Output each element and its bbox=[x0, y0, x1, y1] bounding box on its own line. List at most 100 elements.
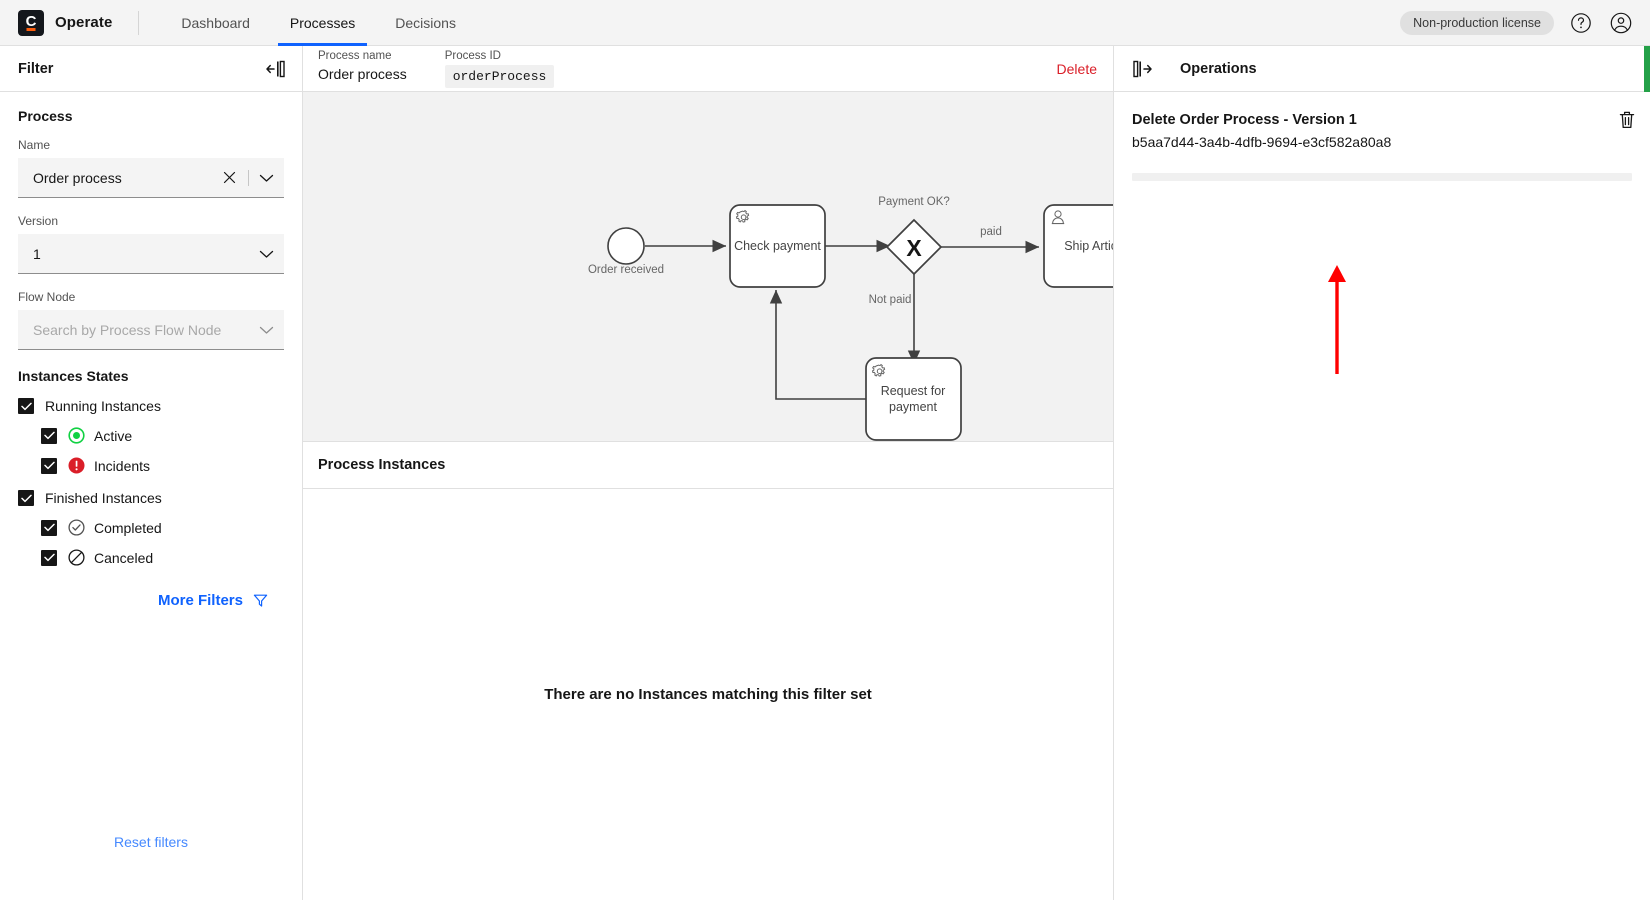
tab-decisions[interactable]: Decisions bbox=[375, 0, 476, 46]
operation-name: Delete Order Process - Version 1 bbox=[1132, 110, 1632, 130]
process-section-title: Process bbox=[18, 108, 284, 124]
flow-label-paid: paid bbox=[980, 226, 1002, 238]
process-name-value: Order process bbox=[318, 65, 407, 84]
tab-processes[interactable]: Processes bbox=[270, 0, 375, 46]
flow-node-placeholder: Search by Process Flow Node bbox=[33, 322, 255, 338]
more-filters-row[interactable]: More Filters bbox=[18, 592, 284, 609]
process-instances-header: Process Instances bbox=[303, 442, 1113, 489]
license-badge: Non-production license bbox=[1400, 11, 1554, 35]
filter-title: Filter bbox=[18, 61, 53, 77]
filter-body: Process Name Order process Version 1 bbox=[0, 92, 302, 609]
bpmn-diagram-pane[interactable]: Order received Check payment X Payment O… bbox=[303, 92, 1113, 442]
process-id-label: Process ID bbox=[445, 49, 555, 64]
chevron-down-icon[interactable] bbox=[255, 325, 274, 335]
annotation-arrow-icon bbox=[1326, 264, 1348, 374]
camunda-logo-icon: C bbox=[18, 10, 44, 36]
operations-header: Operations bbox=[1114, 46, 1650, 92]
process-name-value: Order process bbox=[33, 170, 217, 186]
checkbox-completed[interactable] bbox=[41, 520, 57, 536]
process-name-label: Process name bbox=[318, 49, 407, 64]
checkbox-running-instances[interactable] bbox=[18, 398, 34, 414]
panel-collapse-icon[interactable] bbox=[264, 59, 286, 79]
filter-panel-header: Filter bbox=[0, 46, 302, 92]
process-meta: Process name Order process Process ID or… bbox=[318, 49, 582, 88]
operation-entry[interactable]: Delete Order Process - Version 1 b5aa7d4… bbox=[1132, 110, 1632, 181]
clear-icon[interactable] bbox=[217, 171, 242, 184]
nav-tabs: Dashboard Processes Decisions bbox=[161, 0, 476, 46]
operations-status-strip bbox=[1644, 46, 1650, 92]
process-id-block: Process ID orderProcess bbox=[445, 49, 555, 88]
instances-states-title: Instances States bbox=[18, 368, 284, 384]
flow-label-not-paid: Not paid bbox=[869, 294, 912, 306]
top-nav-right: Non-production license bbox=[1400, 10, 1650, 36]
trash-delete-icon[interactable] bbox=[1618, 110, 1636, 130]
label-active: Active bbox=[94, 428, 132, 444]
task-request-payment-label-2: payment bbox=[889, 400, 937, 414]
gateway-x-symbol: X bbox=[906, 235, 922, 261]
start-event-label: Order received bbox=[588, 264, 664, 276]
process-detail-panel: Process name Order process Process ID or… bbox=[303, 46, 1114, 900]
label-incidents: Incidents bbox=[94, 458, 150, 474]
active-circle-icon bbox=[68, 427, 85, 444]
checkbox-row-canceled[interactable]: Canceled bbox=[18, 549, 284, 566]
flow-node-field-label: Flow Node bbox=[18, 290, 284, 304]
label-finished-instances: Finished Instances bbox=[45, 490, 162, 506]
empty-state: There are no Instances matching this fil… bbox=[303, 489, 1113, 900]
checkbox-incidents[interactable] bbox=[41, 458, 57, 474]
nav-divider bbox=[138, 11, 139, 35]
user-avatar-icon[interactable] bbox=[1608, 10, 1634, 36]
label-running-instances: Running Instances bbox=[45, 398, 161, 414]
flow-node-select[interactable]: Search by Process Flow Node bbox=[18, 310, 284, 350]
brand: C Operate bbox=[0, 10, 112, 36]
canceled-ban-icon bbox=[68, 549, 85, 566]
chevron-down-icon[interactable] bbox=[255, 173, 274, 183]
checkbox-row-finished-instances[interactable]: Finished Instances bbox=[18, 490, 284, 506]
bpmn-diagram-svg: Order received Check payment X Payment O… bbox=[303, 92, 1113, 442]
operation-progress-bar bbox=[1132, 173, 1632, 181]
tab-dashboard[interactable]: Dashboard bbox=[161, 0, 270, 46]
more-filters-link[interactable]: More Filters bbox=[158, 592, 243, 609]
process-name-block: Process name Order process bbox=[318, 49, 407, 88]
process-instances-title: Process Instances bbox=[318, 457, 445, 473]
delete-process-button[interactable]: Delete bbox=[1057, 61, 1097, 77]
process-instances-body: There are no Instances matching this fil… bbox=[303, 489, 1113, 900]
operation-id: b5aa7d44-3a4b-4dfb-9694-e3cf582a80a8 bbox=[1132, 132, 1632, 152]
panel-expand-icon[interactable] bbox=[1132, 59, 1154, 79]
filter-panel: Filter Process Name Order process bbox=[0, 46, 303, 900]
label-completed: Completed bbox=[94, 520, 162, 536]
empty-state-message: There are no Instances matching this fil… bbox=[544, 686, 872, 703]
help-circle-icon[interactable] bbox=[1568, 10, 1594, 36]
version-field-label: Version bbox=[18, 214, 284, 228]
top-navigation-bar: C Operate Dashboard Processes Decisions … bbox=[0, 0, 1650, 46]
field-separator bbox=[248, 170, 249, 186]
logo-bar bbox=[27, 28, 36, 31]
checkbox-row-running-instances[interactable]: Running Instances bbox=[18, 398, 284, 414]
process-name-select[interactable]: Order process bbox=[18, 158, 284, 198]
gateway-label: Payment OK? bbox=[878, 196, 950, 208]
chevron-down-icon[interactable] bbox=[255, 249, 274, 259]
incident-alert-icon bbox=[68, 457, 85, 474]
checkbox-finished-instances[interactable] bbox=[18, 490, 34, 506]
operations-title: Operations bbox=[1180, 61, 1257, 77]
task-check-payment-label: Check payment bbox=[734, 239, 821, 253]
process-header: Process name Order process Process ID or… bbox=[303, 46, 1113, 92]
process-id-value: orderProcess bbox=[445, 65, 555, 88]
checkbox-row-active[interactable]: Active bbox=[18, 427, 284, 444]
checkbox-canceled[interactable] bbox=[41, 550, 57, 566]
task-ship-article-label: Ship Articl bbox=[1064, 239, 1113, 253]
task-request-payment-label-1: Request for bbox=[881, 384, 946, 398]
completed-check-icon bbox=[68, 519, 85, 536]
operations-body: Delete Order Process - Version 1 b5aa7d4… bbox=[1114, 92, 1650, 181]
filter-funnel-icon[interactable] bbox=[253, 593, 268, 608]
checkbox-active[interactable] bbox=[41, 428, 57, 444]
start-event-shape bbox=[608, 228, 644, 264]
label-canceled: Canceled bbox=[94, 550, 153, 566]
reset-filters-link[interactable]: Reset filters bbox=[0, 834, 302, 850]
checkbox-row-incidents[interactable]: Incidents bbox=[18, 457, 284, 474]
checkbox-row-completed[interactable]: Completed bbox=[18, 519, 284, 536]
task-request-payment-shape bbox=[866, 358, 961, 440]
name-field-label: Name bbox=[18, 138, 284, 152]
process-version-select[interactable]: 1 bbox=[18, 234, 284, 274]
app-title: Operate bbox=[55, 14, 112, 31]
process-version-value: 1 bbox=[33, 246, 255, 262]
